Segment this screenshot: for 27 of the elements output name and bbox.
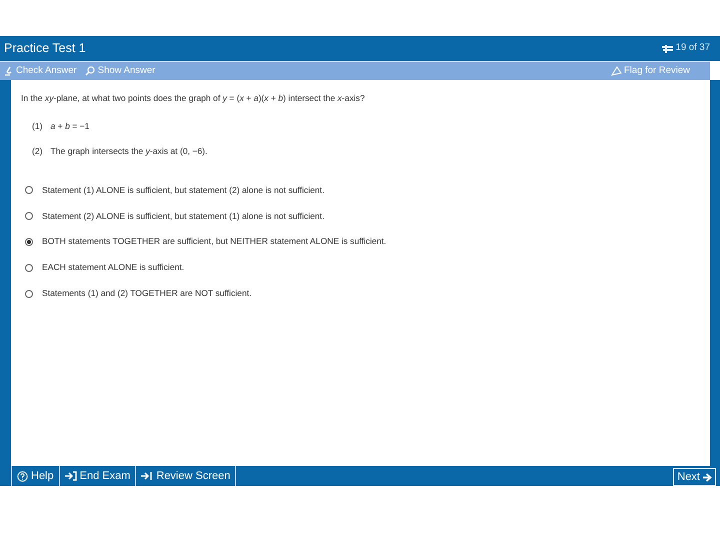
footer-button[interactable]: End Exam bbox=[58, 466, 136, 486]
footer-button[interactable]: Help bbox=[11, 466, 59, 486]
next-button[interactable]: Next bbox=[673, 468, 716, 486]
statement-text: The graph intersects the y-axis at (0, −6). bbox=[50, 144, 208, 158]
flag-icon bbox=[611, 66, 622, 76]
answer-choice-text: Statement (1) ALONE is sufficient, but statement (2) alone is not sufficient. bbox=[42, 184, 324, 197]
radio-button[interactable] bbox=[25, 290, 33, 298]
arrow-right-icon bbox=[703, 472, 712, 482]
radio-button[interactable] bbox=[25, 186, 33, 194]
statement-number: (2) bbox=[32, 144, 43, 158]
help-icon bbox=[17, 470, 28, 482]
answer-choice-text: Statement (2) ALONE is sufficient, but statement (1) alone is not sufficient. bbox=[42, 210, 324, 222]
footer-button[interactable]: Review Screen bbox=[135, 466, 236, 486]
magnifier-icon bbox=[84, 66, 96, 76]
question-text: In the xy-plane, at what two points does the graph of y = (x + a)(x + b) intersect the x-axis? bbox=[21, 92, 366, 105]
statement-text: a + b = −1 bbox=[50, 120, 90, 133]
radio-button[interactable] bbox=[25, 238, 33, 246]
radio-button[interactable] bbox=[25, 264, 33, 272]
statement-number: (1) bbox=[32, 120, 43, 133]
answer-choice-text: BOTH statements TOGETHER are sufficient, but NEITHER statement ALONE is sufficient. bbox=[42, 235, 386, 248]
exit-icon bbox=[64, 471, 77, 481]
arrow-to-bar-icon bbox=[141, 471, 154, 481]
question-counter: 19 of 37 bbox=[676, 41, 710, 56]
radio-button[interactable] bbox=[25, 212, 33, 220]
window-title: Practice Test 1 bbox=[4, 40, 86, 58]
answer-choice-text: EACH statement ALONE is sufficient. bbox=[42, 261, 184, 274]
answer-choice-text: Statements (1) and (2) TOGETHER are NOT sufficient. bbox=[42, 287, 252, 300]
